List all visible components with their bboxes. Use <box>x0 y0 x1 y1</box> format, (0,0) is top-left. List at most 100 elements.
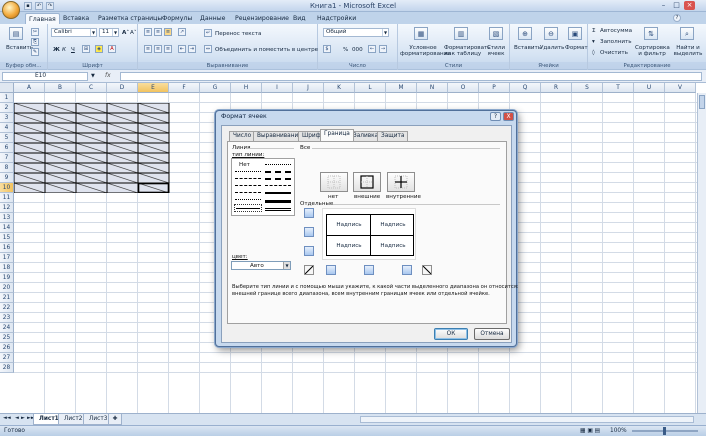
number-format-combo[interactable]: Общий ▼ <box>323 28 389 37</box>
line-style-option[interactable] <box>265 208 291 211</box>
format-as-table-icon[interactable]: ▥ <box>454 27 468 40</box>
view-buttons[interactable]: ▦ ▣ ▤ <box>580 426 600 436</box>
format-cells-icon[interactable]: ▣ <box>568 27 582 40</box>
decrease-decimal-icon[interactable]: → <box>379 45 387 53</box>
line-style-list[interactable]: Нет <box>231 158 295 216</box>
paste-icon[interactable]: ▤ <box>9 27 23 40</box>
bordered-range[interactable] <box>14 103 170 193</box>
shrink-font-button[interactable]: A˅ <box>130 30 137 36</box>
insert-cells-icon[interactable]: ⊕ <box>518 27 532 40</box>
cell-styles-icon[interactable]: ▧ <box>489 27 503 40</box>
redo-icon[interactable]: ↷ <box>46 2 54 10</box>
column-header[interactable]: M <box>386 83 417 93</box>
preset-none-button[interactable] <box>320 172 348 192</box>
grow-font-button[interactable]: A˄ <box>122 30 129 36</box>
align-bottom-icon[interactable]: ≡ <box>164 28 172 36</box>
underline-button[interactable]: Ч <box>71 47 75 53</box>
border-top-button[interactable] <box>304 208 314 218</box>
wrap-text-icon[interactable]: ↵ <box>204 29 212 37</box>
border-left-button[interactable] <box>326 265 336 275</box>
font-color-icon[interactable]: A <box>108 45 116 53</box>
wrap-text-button[interactable]: Перенос текста <box>215 31 261 37</box>
column-header[interactable]: I <box>262 83 293 93</box>
row-header[interactable]: 5 <box>0 133 14 143</box>
cancel-button[interactable]: Отмена <box>474 328 510 340</box>
delete-cells-icon[interactable]: ⊖ <box>544 27 558 40</box>
line-style-option[interactable] <box>235 199 261 200</box>
row-header[interactable]: 28 <box>0 363 14 373</box>
row-header[interactable]: 15 <box>0 233 14 243</box>
row-header[interactable]: 16 <box>0 243 14 253</box>
preset-inside-button[interactable] <box>387 172 415 192</box>
row-header[interactable]: 27 <box>0 353 14 363</box>
clear-button[interactable]: Очистить <box>600 50 628 56</box>
line-style-option[interactable] <box>265 192 291 194</box>
currency-icon[interactable]: $ <box>323 45 331 53</box>
borders-icon[interactable]: ⊞ <box>82 45 90 53</box>
column-header[interactable]: G <box>200 83 231 93</box>
chevron-down-icon[interactable]: ▼ <box>91 73 95 79</box>
tab-protection[interactable]: Защита <box>377 131 409 141</box>
row-header[interactable]: 14 <box>0 223 14 233</box>
increase-decimal-icon[interactable]: ← <box>368 45 376 53</box>
column-header[interactable]: O <box>448 83 479 93</box>
column-header[interactable]: C <box>76 83 107 93</box>
column-header[interactable]: B <box>45 83 76 93</box>
row-header[interactable]: 17 <box>0 253 14 263</box>
increase-indent-icon[interactable]: ⇥ <box>188 45 196 53</box>
row-header[interactable]: 12 <box>0 203 14 213</box>
autosum-button[interactable]: Автосумма <box>600 28 632 34</box>
help-icon[interactable]: ? <box>673 14 681 22</box>
row-header[interactable]: 26 <box>0 343 14 353</box>
border-center-button[interactable] <box>364 265 374 275</box>
save-icon[interactable]: ▪ <box>24 2 32 10</box>
align-top-icon[interactable]: ≡ <box>144 28 152 36</box>
fill-button[interactable]: Заполнить <box>600 39 632 45</box>
minimize-icon[interactable]: – <box>658 1 669 10</box>
align-middle-icon[interactable]: ≡ <box>154 28 162 36</box>
column-header[interactable]: R <box>541 83 572 93</box>
tab-insert[interactable]: Вставка <box>60 13 92 24</box>
undo-icon[interactable]: ↶ <box>35 2 43 10</box>
font-size-combo[interactable]: 11 ▼ <box>99 28 119 37</box>
tab-addins[interactable]: Надстройки <box>314 13 359 24</box>
insert-cells-button[interactable]: Вставить <box>514 45 541 51</box>
tab-formulas[interactable]: Формулы <box>159 13 195 24</box>
copy-icon[interactable]: ⎘ <box>31 38 39 46</box>
row-header[interactable]: 1 <box>0 93 14 103</box>
row-header[interactable]: 22 <box>0 303 14 313</box>
tab-review[interactable]: Рецензирование <box>232 13 292 24</box>
insert-sheet-icon[interactable]: ✚ <box>108 414 122 425</box>
delete-cells-button[interactable]: Удалить <box>540 45 564 51</box>
align-center-icon[interactable]: ≡ <box>154 45 162 53</box>
row-header[interactable]: 10 <box>0 183 14 193</box>
decrease-indent-icon[interactable]: ⇤ <box>178 45 186 53</box>
close-icon[interactable]: × <box>684 1 695 10</box>
color-select[interactable]: Авто ▼ <box>231 261 291 270</box>
column-header[interactable]: P <box>479 83 510 93</box>
align-left-icon[interactable]: ≡ <box>144 45 152 53</box>
tab-border[interactable]: Граница <box>320 129 354 141</box>
sort-filter-button[interactable]: Сортировка и фильтр <box>635 45 670 57</box>
row-header[interactable]: 24 <box>0 323 14 333</box>
line-style-option[interactable] <box>235 171 261 172</box>
column-header[interactable]: A <box>14 83 45 93</box>
merge-center-button[interactable]: Объединить и поместить в центре <box>215 47 318 53</box>
line-style-option[interactable] <box>265 164 291 165</box>
column-header[interactable]: S <box>572 83 603 93</box>
column-header[interactable]: E <box>138 83 169 93</box>
border-right-button[interactable] <box>402 265 412 275</box>
format-cells-button[interactable]: Формат <box>565 45 588 51</box>
row-header[interactable]: 2 <box>0 103 14 113</box>
line-style-option[interactable] <box>236 208 260 209</box>
row-header[interactable]: 23 <box>0 313 14 323</box>
column-header[interactable]: N <box>417 83 448 93</box>
line-style-option[interactable] <box>265 200 291 203</box>
row-header[interactable]: 19 <box>0 273 14 283</box>
chevron-down-icon[interactable]: ▼ <box>283 262 290 269</box>
tab-data[interactable]: Данные <box>197 13 228 24</box>
column-header[interactable]: H <box>231 83 262 93</box>
row-header[interactable]: 4 <box>0 123 14 133</box>
scroll-thumb[interactable] <box>699 95 705 109</box>
cell-styles-button[interactable]: Стили ячеек <box>484 45 508 57</box>
